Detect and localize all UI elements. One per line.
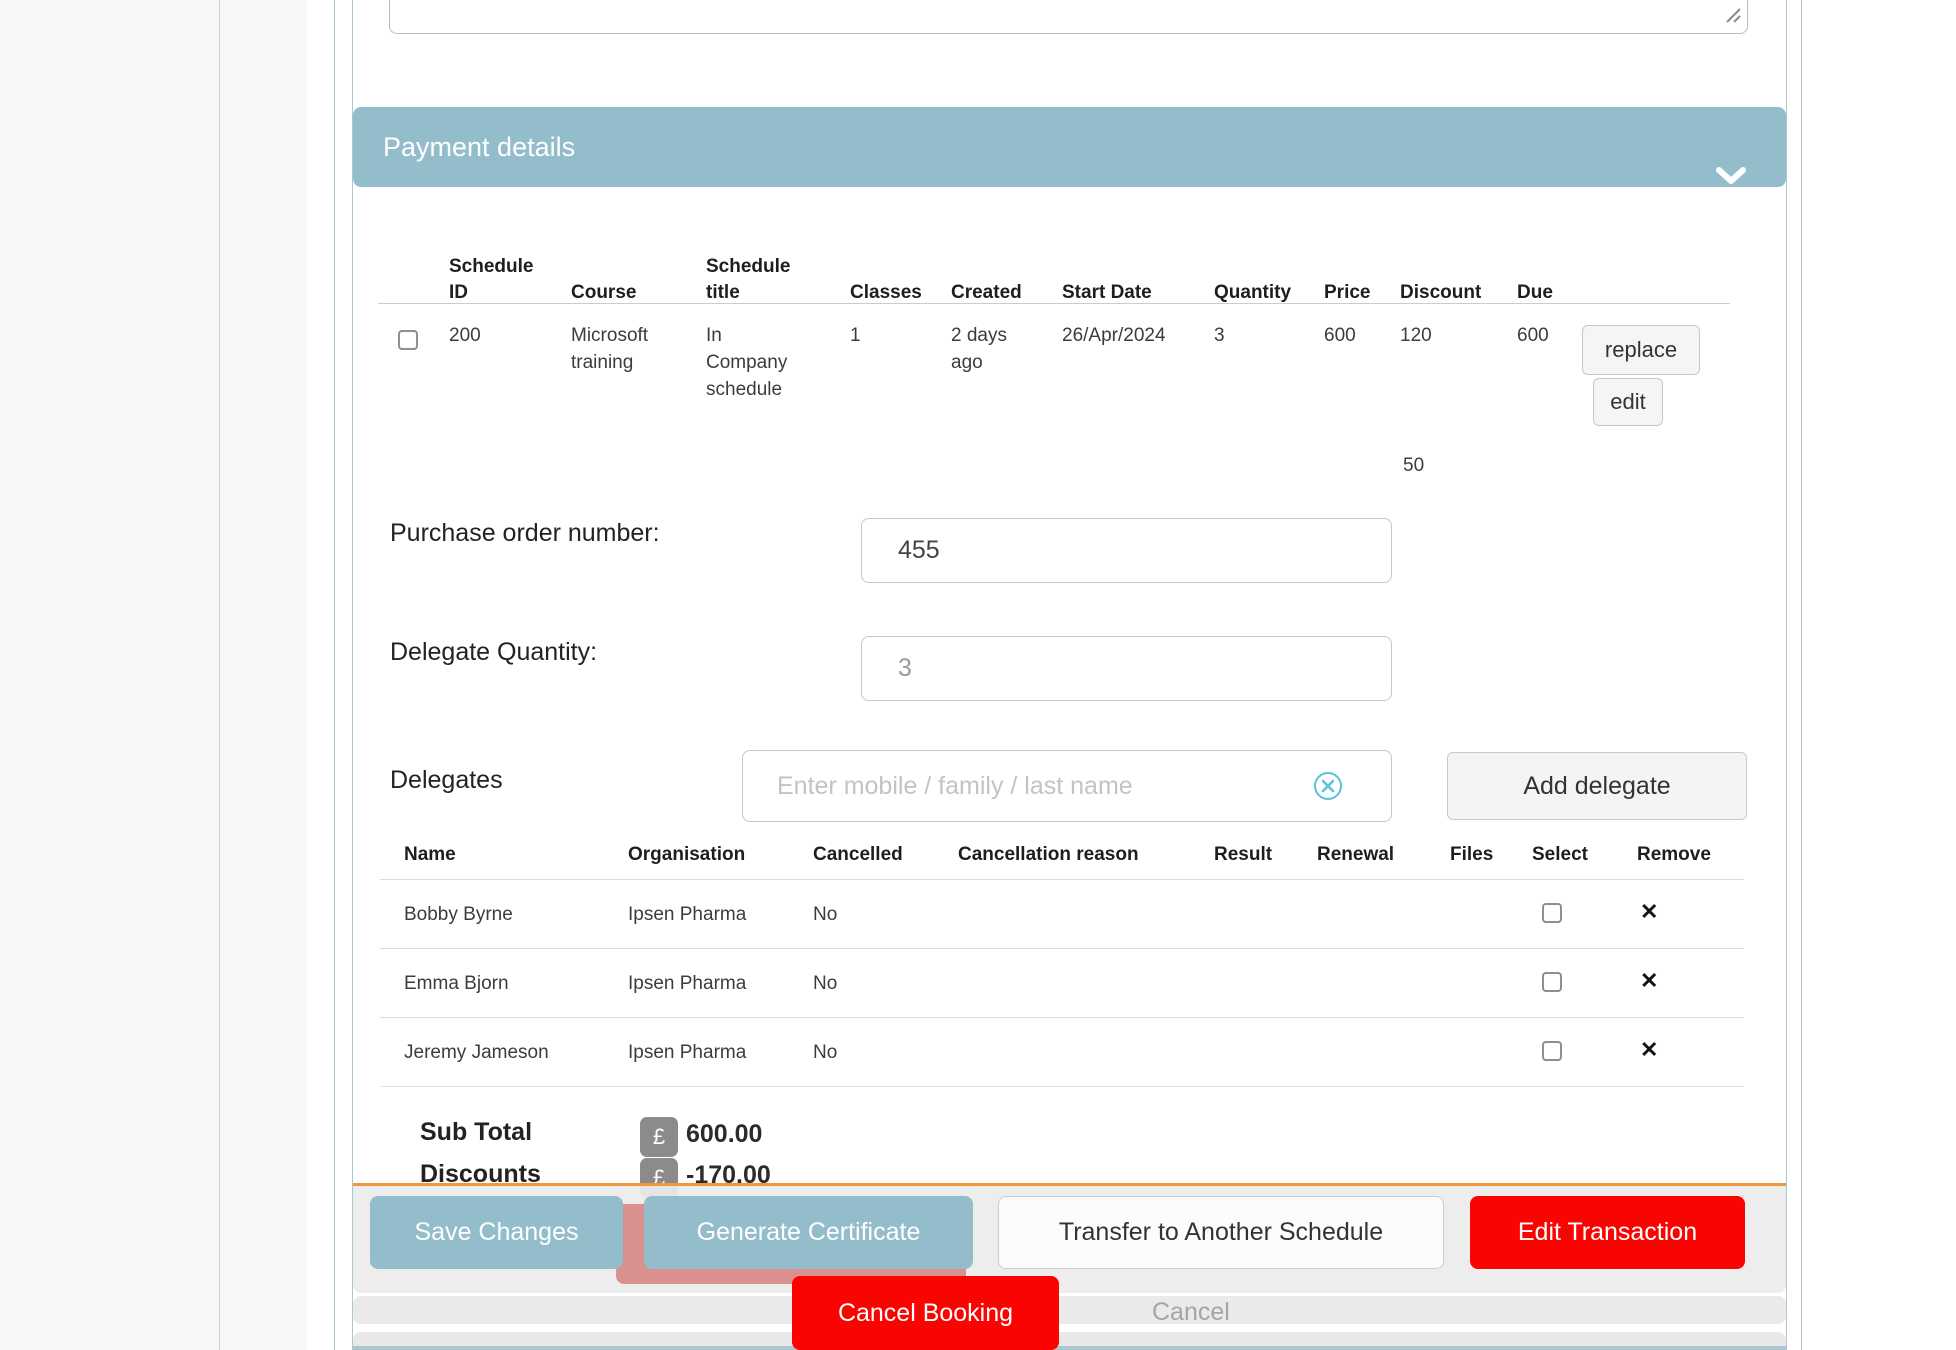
left-sidebar [0,0,307,1350]
card-left-border [352,0,353,1350]
col-header-created: Created [951,228,1051,306]
card-right-border [1786,0,1787,1350]
col-header-start-date: Start Date [1062,228,1192,306]
generate-certificate-button[interactable]: Generate Certificate [644,1196,973,1269]
dcol-files: Files [1450,842,1493,868]
cell-classes: 1 [850,322,910,349]
pound-icon: £ [640,1117,678,1157]
purchase-order-label: Purchase order number: [390,519,660,548]
delegate-cancelled: No [813,1039,837,1066]
cell-schedule-title: In Company schedule [706,322,801,403]
chevron-down-icon[interactable] [1714,138,1748,218]
footer-secondary-bar [353,1296,1786,1324]
delegates-header-divider [380,879,1744,880]
delegate-remove-icon[interactable]: ✕ [1640,1037,1658,1063]
cell-quantity: 3 [1214,322,1274,349]
dcol-remove: Remove [1637,842,1711,868]
delegate-remove-icon[interactable]: ✕ [1640,968,1658,994]
cell-course: Microsoft training [571,322,666,376]
delegate-remove-icon[interactable]: ✕ [1640,899,1658,925]
clear-search-icon[interactable] [1312,770,1344,807]
delegate-select-checkbox[interactable] [1542,1041,1562,1061]
delegate-quantity-label: Delegate Quantity: [390,638,597,667]
delegate-quantity-input[interactable] [861,636,1392,701]
schedule-row-checkbox[interactable] [398,330,418,350]
sub-total-value: 600.00 [686,1120,762,1149]
extra-discount-value: 50 [1403,452,1463,479]
sidebar-divider [219,0,220,1350]
page: Payment details Schedule ID Course Sched… [0,0,1956,1350]
save-changes-button[interactable]: Save Changes [370,1196,623,1269]
cell-discount: 120 [1400,322,1460,349]
delegate-organisation: Ipsen Pharma [628,1039,746,1066]
delegate-organisation: Ipsen Pharma [628,901,746,928]
dcol-organisation: Organisation [628,842,745,868]
cell-start-date: 26/Apr/2024 [1062,322,1202,349]
delegates-heading: Delegates [390,766,503,795]
transfer-schedule-button[interactable]: Transfer to Another Schedule [998,1196,1444,1269]
cell-schedule-id: 200 [449,322,539,349]
col-header-course: Course [571,228,681,306]
col-header-quantity: Quantity [1214,228,1324,306]
delegate-name: Bobby Byrne [404,901,513,928]
delegate-select-checkbox[interactable] [1542,972,1562,992]
dcol-cancelled: Cancelled [813,842,903,868]
dcol-name: Name [404,842,456,868]
col-header-due: Due [1517,228,1577,306]
row-divider [380,948,1744,949]
dcol-renewal: Renewal [1317,842,1394,868]
notes-textarea[interactable] [389,0,1748,34]
cancel-button[interactable]: Cancel [1152,1298,1230,1327]
dcol-cancellation-reason: Cancellation reason [958,842,1139,868]
row-divider [380,1086,1744,1087]
add-delegate-button[interactable]: Add delegate [1447,752,1747,820]
purchase-order-input[interactable] [861,518,1392,583]
delegate-name: Jeremy Jameson [404,1039,549,1066]
delegate-select-checkbox[interactable] [1542,903,1562,923]
dcol-select: Select [1532,842,1588,868]
panel-bottom-edge [353,1346,1786,1350]
delegate-search-input[interactable] [742,750,1392,822]
replace-button[interactable]: replace [1582,325,1700,375]
cell-price: 600 [1324,322,1384,349]
delegate-cancelled: No [813,901,837,928]
col-header-schedule-id: Schedule ID [449,228,544,306]
payment-details-title: Payment details [383,132,575,162]
edit-button[interactable]: edit [1593,378,1663,426]
cell-due: 600 [1517,322,1577,349]
delegate-name: Emma Bjorn [404,970,509,997]
col-header-schedule-title: Schedule title [706,228,801,306]
delegate-organisation: Ipsen Pharma [628,970,746,997]
row-divider [380,1017,1744,1018]
col-header-discount: Discount [1400,228,1500,306]
payment-details-header[interactable]: Payment details [353,107,1786,187]
outer-panel-left-border [334,0,335,1350]
schedule-header-divider [378,303,1730,304]
outer-panel-right-border [1801,0,1802,1350]
edit-transaction-button[interactable]: Edit Transaction [1470,1196,1745,1269]
sub-total-label: Sub Total [420,1118,532,1147]
col-header-price: Price [1324,228,1404,306]
dcol-result: Result [1214,842,1272,868]
col-header-classes: Classes [850,228,950,306]
delegate-cancelled: No [813,970,837,997]
resize-grip-icon[interactable] [1725,7,1742,29]
cell-created: 2 days ago [951,322,1023,376]
cancel-booking-button[interactable]: Cancel Booking [792,1276,1059,1350]
